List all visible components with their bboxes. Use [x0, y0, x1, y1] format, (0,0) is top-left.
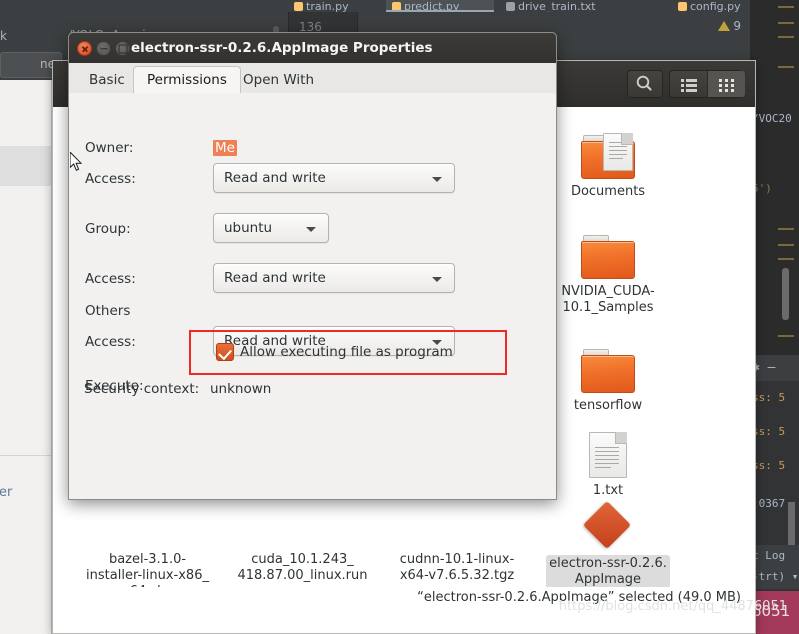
- ide-tab-train[interactable]: train.py: [288, 0, 376, 12]
- fm-sidebar-divider: [0, 455, 51, 456]
- allow-execute-label[interactable]: Allow executing file as program: [240, 344, 453, 360]
- search-icon[interactable]: [627, 70, 663, 98]
- list-item[interactable]: cuda_10.1.243_ 418.87.00_linux.run: [225, 552, 380, 584]
- ide-tab-predict[interactable]: predict.py: [386, 0, 494, 12]
- minimize-icon[interactable]: [96, 41, 111, 56]
- file-manager-statusbar: “electron-ssr-0.2.6.AppImage” selected (…: [53, 587, 755, 611]
- list-item-label: cuda_10.1.243_ 418.87.00_linux.run: [237, 552, 368, 583]
- ide-right-console-column: /VOC20 5') ✱ — ss: 5 ss: 5 ss: 5 .0367 t…: [750, 0, 799, 634]
- owner-value: Me: [213, 140, 237, 156]
- list-item[interactable]: Documents: [548, 133, 668, 200]
- list-item[interactable]: electron-ssr-0.2.6. AppImage: [541, 500, 675, 589]
- security-context-label: Security context:: [84, 381, 200, 397]
- list-view-glyph: [681, 79, 697, 92]
- owner-access-value: Read and write: [224, 170, 326, 186]
- document-overlay-icon: [603, 133, 633, 171]
- search-glyph: [636, 75, 652, 91]
- list-view-icon[interactable]: [670, 71, 707, 97]
- grid-view-glyph: [719, 79, 734, 92]
- folder-icon: [581, 349, 635, 393]
- view-mode-group[interactable]: [669, 70, 745, 98]
- group-access-label: Access:: [85, 271, 136, 287]
- tab-basic[interactable]: Basic: [75, 66, 139, 93]
- group-select[interactable]: ubuntu: [213, 213, 329, 243]
- security-context-value: unknown: [210, 381, 272, 397]
- group-value: ubuntu: [224, 220, 273, 236]
- chevron-down-icon: [432, 177, 442, 182]
- text-file-icon: [506, 2, 515, 11]
- python-file-icon: [392, 2, 401, 10]
- ide-tab-label: train.py: [306, 0, 349, 12]
- owner-access-select[interactable]: Read and write: [213, 163, 455, 193]
- mouse-cursor: [70, 152, 84, 172]
- dialog-title: electron-ssr-0.2.6.AppImage Properties: [131, 40, 433, 56]
- ide-left-label: k: [0, 29, 7, 43]
- fm-sidebar-network-label[interactable]: rver: [0, 485, 12, 500]
- python-file-icon: [678, 2, 687, 11]
- console-loss-line: ss: 5: [752, 391, 786, 404]
- ide-tab-label: drive_train.txt: [518, 0, 596, 12]
- folder-icon: [581, 133, 635, 179]
- others-label: Others: [85, 303, 131, 319]
- bottom-tab-trt[interactable]: -trt) ▾: [752, 570, 798, 583]
- ide-tab-label: config.py: [690, 0, 741, 12]
- ide-status-badge: 6051: [750, 591, 799, 634]
- list-item[interactable]: tensorflow: [548, 349, 668, 414]
- tab-open-with[interactable]: Open With: [229, 66, 328, 93]
- list-item-label: NVIDIA_CUDA- 10.1_Samples: [561, 284, 655, 315]
- ide-tab-label: predict.py: [404, 0, 460, 12]
- maximize-icon[interactable]: [115, 41, 130, 56]
- status-badge-text: 6051: [752, 602, 791, 620]
- console-scrollbar-thumb[interactable]: [788, 502, 795, 546]
- list-item-label: 1.txt: [592, 483, 624, 498]
- console-value-line: .0367: [752, 497, 786, 510]
- list-item[interactable]: cudnn-10.1-linux- x64-v7.6.5.32.tgz: [383, 552, 531, 584]
- cursor-arrow-icon: [70, 152, 83, 171]
- console-toolbar[interactable]: ✱ —: [750, 355, 799, 381]
- permissions-panel: Owner: Me Access: Read and write Group: …: [69, 93, 556, 499]
- text-document-icon: [589, 432, 627, 478]
- tab-permissions[interactable]: Permissions: [133, 66, 241, 93]
- console-loss-line: ss: 5: [752, 459, 786, 472]
- chevron-down-icon: [306, 227, 316, 232]
- code-fragment: /VOC20: [752, 112, 792, 125]
- owner-access-label: Access:: [85, 171, 136, 187]
- fm-sidebar-sliver: rver: [0, 80, 52, 634]
- list-item[interactable]: NVIDIA_CUDA- 10.1_Samples: [548, 235, 668, 316]
- console-loss-line: ss: 5: [752, 425, 786, 438]
- ide-run-console: ✱ — ss: 5 ss: 5 ss: 5 .0367 t Log -trt) …: [750, 355, 799, 634]
- ide-bottom-tool-tabs[interactable]: t Log -trt) ▾: [750, 545, 799, 589]
- warning-triangle-icon: [718, 21, 731, 31]
- folder-icon: [581, 235, 635, 279]
- list-item-label: Documents: [570, 184, 646, 199]
- list-item-label: tensorflow: [573, 398, 643, 413]
- allow-execute-checkbox[interactable]: [216, 343, 234, 361]
- warning-count[interactable]: 9: [718, 19, 741, 33]
- bottom-tab-log[interactable]: t Log: [752, 549, 785, 562]
- owner-label: Owner:: [85, 140, 134, 156]
- editor-vertical-scrollbar-thumb[interactable]: [782, 268, 789, 320]
- dialog-titlebar[interactable]: electron-ssr-0.2.6.AppImage Properties: [69, 33, 556, 64]
- python-file-icon: [294, 2, 303, 11]
- ide-tab-drive-train[interactable]: drive_train.txt: [500, 0, 630, 12]
- group-access-value: Read and write: [224, 270, 326, 286]
- others-access-label: Access:: [85, 334, 136, 350]
- list-item[interactable]: 1.txt: [548, 432, 668, 499]
- list-item-label: cudnn-10.1-linux- x64-v7.6.5.32.tgz: [399, 552, 515, 583]
- group-access-select[interactable]: Read and write: [213, 263, 455, 293]
- list-item-label: electron-ssr-0.2.6. AppImage: [546, 555, 670, 589]
- chevron-down-icon: [432, 277, 442, 282]
- appimage-icon: [582, 500, 632, 550]
- properties-dialog: electron-ssr-0.2.6.AppImage Properties B…: [68, 32, 557, 500]
- dialog-tabs[interactable]: Basic Permissions Open With: [69, 63, 556, 94]
- close-icon[interactable]: [77, 41, 92, 56]
- group-label: Group:: [85, 221, 131, 237]
- fm-sidebar-selected-row[interactable]: [0, 146, 51, 186]
- status-text: “electron-ssr-0.2.6.AppImage” selected (…: [417, 590, 741, 605]
- grid-view-icon[interactable]: [707, 71, 745, 97]
